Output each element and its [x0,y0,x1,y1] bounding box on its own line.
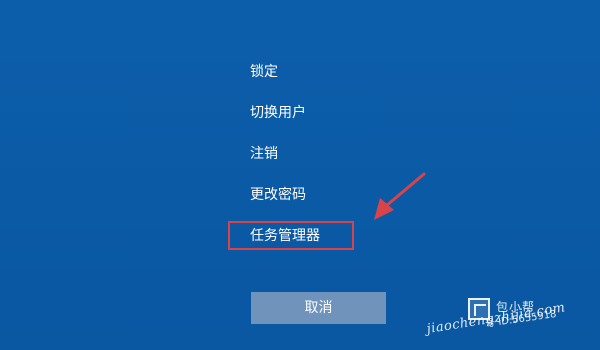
menu-item-sign-out[interactable]: 注销 [250,144,278,164]
menu-item-switch-user[interactable]: 切换用户 [250,103,306,123]
watermark: 包小帮 号 ID:5655918 jiaochengzhijia.com [425,296,598,346]
menu-item-lock[interactable]: 锁定 [250,62,278,82]
watermark-id: 号 ID:5655918 [484,308,558,330]
task-manager-highlight-box [228,221,354,250]
watermark-name: 包小帮 [496,300,536,314]
ctrl-alt-del-screen: 锁定 切换用户 注销 更改密码 任务管理器 取消 包小帮 号 ID:565591… [0,0,600,350]
cancel-button[interactable]: 取消 [251,292,386,324]
watermark-url: jiaochengzhijia.com [425,300,567,337]
watermark-logo-icon [468,298,490,320]
arrow-pointer-icon [374,172,426,220]
menu-item-change-password[interactable]: 更改密码 [250,185,306,205]
